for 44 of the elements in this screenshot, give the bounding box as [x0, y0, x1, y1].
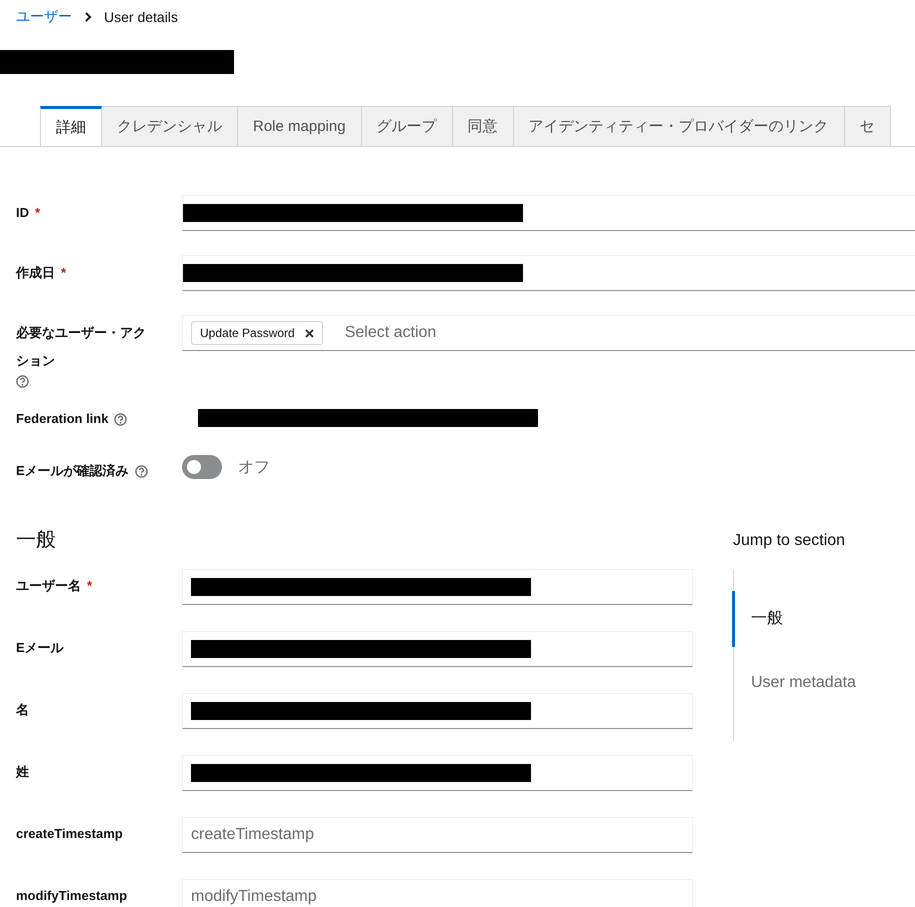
tab[interactable]: 詳細: [40, 106, 102, 146]
field-label: ID: [16, 204, 29, 222]
field-label: 作成日: [16, 264, 55, 282]
input-field[interactable]: [182, 755, 693, 791]
toggle-label: オフ: [238, 458, 270, 478]
input-field[interactable]: modifyTimestamp: [182, 879, 693, 907]
tab[interactable]: アイデンティティー・プロバイダーのリンク: [514, 106, 845, 146]
jump-link[interactable]: User metadata: [732, 663, 872, 703]
field-label: Eメールが確認済み: [16, 462, 129, 480]
tab[interactable]: グループ: [362, 106, 453, 146]
input-field[interactable]: [182, 569, 693, 605]
input-field[interactable]: [182, 255, 915, 291]
field-label: createTimestamp: [16, 825, 123, 843]
field-label: Eメール: [16, 639, 64, 657]
select-field[interactable]: Update Password Select action: [182, 315, 915, 351]
input-field[interactable]: [182, 631, 693, 667]
remove-icon[interactable]: [304, 328, 314, 338]
tab[interactable]: クレデンシャル: [102, 106, 238, 146]
required-mark: *: [35, 204, 40, 222]
required-mark: *: [61, 264, 66, 282]
field-label: Federation link: [16, 410, 108, 428]
input-field[interactable]: createTimestamp: [182, 817, 693, 853]
help-icon[interactable]: [134, 464, 148, 478]
field-label: ユーザー名: [16, 577, 81, 595]
breadcrumb-current: User details: [104, 9, 178, 25]
input-field[interactable]: [182, 693, 693, 729]
chip-label: Update Password: [200, 326, 295, 340]
toggle-switch[interactable]: [182, 455, 222, 479]
required-mark: *: [87, 577, 92, 595]
help-icon[interactable]: [16, 375, 29, 388]
field-label: modifyTimestamp: [16, 887, 128, 905]
input-field[interactable]: [182, 195, 915, 231]
tab[interactable]: Role mapping: [238, 106, 362, 146]
field-label: 姓: [16, 763, 29, 781]
tab[interactable]: 同意: [452, 106, 514, 146]
jump-heading: Jump to section: [733, 531, 846, 551]
help-icon[interactable]: [114, 412, 128, 426]
section-heading: 一般: [16, 528, 57, 553]
chevron-right-icon: [84, 12, 92, 22]
jump-link[interactable]: 一般: [732, 591, 872, 647]
tab[interactable]: セ: [844, 106, 891, 146]
field-label: 名: [16, 701, 29, 719]
breadcrumb-link[interactable]: ユーザー: [16, 8, 72, 26]
field-label: 必要なユーザー・アクション: [16, 324, 147, 370]
